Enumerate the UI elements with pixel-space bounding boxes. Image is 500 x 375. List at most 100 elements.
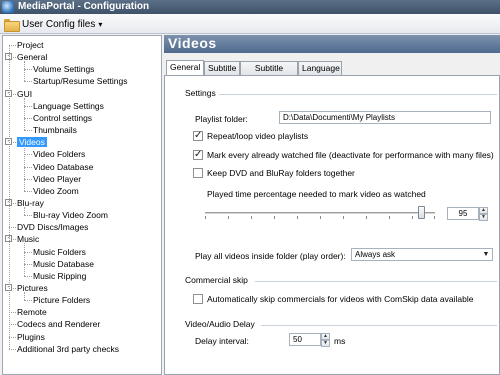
tree-item-label: General (17, 52, 48, 63)
delay-interval-up-button[interactable]: ▲ (321, 333, 330, 340)
tree-connector (24, 190, 32, 192)
tree-branch-line (24, 146, 25, 191)
tree-item-label: Video Folders (33, 149, 86, 160)
tree-item-music[interactable]: Music (17, 233, 39, 245)
play-order-select[interactable]: Always ask ▼ (351, 248, 493, 261)
play-all-label: Play all videos inside folder (play orde… (195, 251, 346, 261)
user-config-files-button[interactable]: User Config files ▾ (4, 16, 102, 32)
tab-language[interactable]: Language (298, 61, 342, 76)
tree-item-blu-ray-video-zoom[interactable]: Blu-ray Video Zoom (33, 209, 108, 221)
repeat-loop-label: Repeat/loop video playlists (207, 131, 309, 141)
tree-item-label: Picture Folders (33, 295, 91, 306)
tree-item-blu-ray[interactable]: Blu-ray (17, 197, 44, 209)
tree-branch-line (24, 97, 25, 131)
tree-item-plugins[interactable]: Plugins (17, 331, 45, 343)
tree-connector (24, 130, 32, 132)
window-title: MediaPortal - Configuration (18, 1, 150, 12)
tree-item-remote[interactable]: Remote (17, 306, 47, 318)
tree-item-video-folders[interactable]: Video Folders (33, 148, 85, 160)
tree-item-general[interactable]: General (17, 51, 47, 63)
av-delay-group-title: Video/Audio Delay (185, 319, 258, 329)
settings-tree[interactable]: Project General - Volume Settings Startup/Re… (2, 35, 162, 375)
repeat-loop-checkbox[interactable] (193, 130, 203, 141)
tab-subtitle[interactable]: Subtitle (204, 61, 240, 76)
delay-interval-unit: ms (334, 336, 346, 346)
tree-item-music-folders[interactable]: Music Folders (33, 246, 86, 258)
tab-subtitle-cont[interactable]: Subtitle (cont) (240, 61, 298, 86)
tree-item-music-ripping[interactable]: Music Ripping (33, 270, 86, 282)
settings-group-line (205, 94, 497, 95)
tree-item-volume-settings[interactable]: Volume Settings (33, 63, 94, 75)
playlist-folder-label: Playlist folder: (195, 114, 248, 124)
tree-item-startup-resume-settings[interactable]: Startup/Resume Settings (33, 75, 128, 87)
tree-item-label: Additional 3rd party checks (17, 343, 120, 354)
tree-item-label: Music Folders (33, 246, 86, 257)
played-percentage-slider-track[interactable] (205, 212, 435, 214)
tree-item-label: Blu-ray (17, 197, 44, 208)
app-icon (2, 1, 14, 13)
tree-item-label: Video Player (33, 173, 82, 184)
tree-branch-line (24, 243, 25, 276)
tree-item-pictures[interactable]: Pictures (17, 282, 48, 294)
tree-branch-line (24, 206, 25, 216)
mark-watched-checkbox[interactable] (193, 149, 203, 160)
tab-content-general: Settings Playlist folder: D:\Data\Docume… (164, 75, 500, 375)
delay-interval-input[interactable]: 50 (289, 333, 321, 346)
tree-item-label: Thumbnails (33, 125, 77, 136)
mark-watched-label: Mark every already watched file (deactiv… (207, 150, 494, 160)
section-header: Videos (164, 35, 500, 53)
tree-connector (24, 178, 32, 180)
tree-item-label: Video Database (33, 161, 94, 172)
played-percentage-up-button[interactable]: ▲ (479, 207, 488, 214)
tree-root-line (9, 45, 10, 349)
chevron-down-icon: ▼ (482, 251, 490, 258)
play-order-value: Always ask (355, 250, 396, 259)
av-delay-group-line (261, 325, 497, 326)
tree-connector (24, 105, 32, 107)
tree-item-video-player[interactable]: Video Player (33, 173, 81, 185)
tree-item-thumbnails[interactable]: Thumbnails (33, 124, 77, 136)
tree-item-control-settings[interactable]: Control settings (33, 112, 92, 124)
tree-connector (9, 348, 16, 350)
delay-interval-down-button[interactable]: ▼ (321, 340, 330, 347)
auto-skip-commercials-checkbox[interactable] (193, 294, 203, 304)
played-percentage-down-button[interactable]: ▼ (479, 214, 488, 221)
tree-item-label: Blu-ray Video Zoom (33, 210, 108, 221)
tree-item-project[interactable]: Project (17, 39, 43, 51)
played-percentage-slider-thumb[interactable] (418, 206, 425, 219)
tree-item-label: Startup/Resume Settings (33, 76, 128, 87)
delay-interval-label: Delay interval: (195, 336, 249, 346)
tree-item-video-database[interactable]: Video Database (33, 161, 93, 173)
auto-skip-commercials-label: Automatically skip commercials for video… (207, 294, 474, 304)
keep-dvd-bluray-checkbox[interactable] (193, 168, 203, 178)
tree-item-codecs-and-renderer[interactable]: Codecs and Renderer (17, 318, 100, 330)
tree-item-label: Videos (17, 137, 47, 148)
settings-group-title: Settings (185, 88, 219, 98)
commercial-skip-group-line (255, 281, 497, 282)
tree-item-label: Control settings (33, 112, 93, 123)
tree-item-label: Music Database (33, 258, 94, 269)
tree-item-video-zoom[interactable]: Video Zoom (33, 185, 79, 197)
tree-item-label: Remote (17, 307, 47, 318)
tree-connector (24, 215, 32, 217)
user-config-files-label: User Config files (22, 18, 96, 30)
tree-connector (9, 336, 16, 338)
tree-item-picture-folders[interactable]: Picture Folders (33, 294, 90, 306)
tree-item-language-settings[interactable]: Language Settings (33, 100, 104, 112)
tree-item-label: Plugins (17, 331, 45, 342)
slider-ticks (205, 216, 435, 219)
tree-item-music-database[interactable]: Music Database (33, 258, 94, 270)
keep-dvd-bluray-label: Keep DVD and BluRay folders together (207, 168, 355, 178)
title-bar: MediaPortal - Configuration (0, 0, 500, 14)
playlist-folder-field[interactable]: D:\Data\Documenti\My Playlists (279, 111, 491, 124)
tree-connector (24, 154, 32, 156)
tree-connector (9, 324, 16, 326)
tree-item-dvd-discs-images[interactable]: DVD Discs/Images (17, 221, 88, 233)
tree-item-label: DVD Discs/Images (17, 222, 89, 233)
tree-connector (24, 81, 32, 83)
tree-item-additional-3rd-party-checks[interactable]: Additional 3rd party checks (17, 343, 119, 355)
chevron-down-icon: ▾ (98, 19, 103, 29)
tree-item-videos[interactable]: Videos (17, 136, 47, 148)
tree-connector (9, 227, 16, 229)
played-percentage-input[interactable]: 95 (447, 207, 479, 220)
